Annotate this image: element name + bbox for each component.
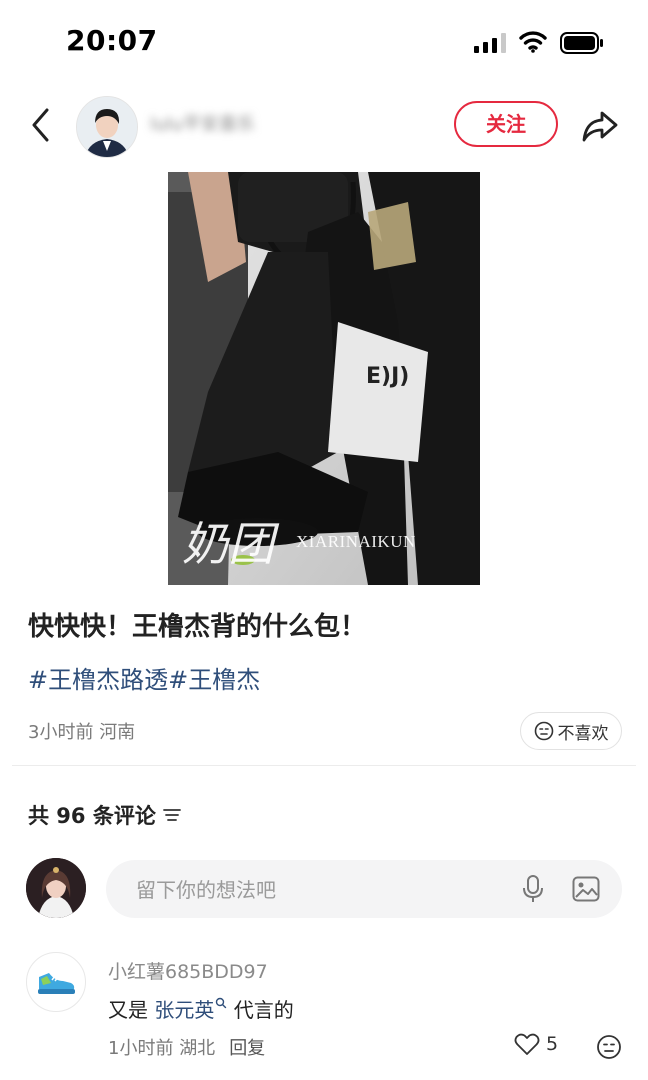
comment-meta: 1小时前 湖北 回复 xyxy=(108,1034,265,1060)
my-avatar-image xyxy=(26,858,86,918)
tag-link[interactable]: #王橹杰 xyxy=(168,666,260,694)
comment-input[interactable] xyxy=(134,860,498,920)
comment-text-prefix: 又是 xyxy=(108,998,155,1022)
battery-icon xyxy=(560,32,603,54)
divider xyxy=(12,765,636,766)
reply-button[interactable]: 回复 xyxy=(229,1038,265,1059)
like-button[interactable]: 5 xyxy=(514,1032,558,1056)
post-time: 3小时前 xyxy=(28,722,94,743)
post-image[interactable]: E)J) 奶团 XIARINAIKUN xyxy=(168,172,480,585)
status-time: 20:07 xyxy=(66,24,158,57)
watermark-text: XIARINAIKUN xyxy=(296,532,416,551)
wifi-icon xyxy=(519,31,547,53)
commenter-avatar[interactable] xyxy=(26,952,86,1012)
heart-icon xyxy=(514,1033,540,1055)
neutral-face-icon xyxy=(534,721,553,741)
post-meta: 3小时前 河南 xyxy=(28,718,135,744)
sneaker-icon xyxy=(38,973,75,994)
mention-link[interactable]: 张元英 xyxy=(154,998,227,1022)
sort-icon[interactable] xyxy=(162,807,182,823)
comment-time: 1小时前 xyxy=(108,1038,174,1059)
author-avatar-image xyxy=(77,97,137,157)
watermark-logo: 奶团 xyxy=(182,517,274,571)
post-tags: #王橹杰路透#王橹杰 xyxy=(28,660,260,695)
image-icon[interactable] xyxy=(572,876,600,902)
comment-text: 又是 张元英 代言的 xyxy=(108,994,294,1023)
commenter-name[interactable]: 小红薯685BDD97 xyxy=(108,957,268,984)
share-icon[interactable] xyxy=(580,106,620,146)
comment-count[interactable]: 共 96 条评论 xyxy=(28,800,182,830)
author-username[interactable]: lulu平安喜乐 xyxy=(150,112,300,138)
comment-input-box[interactable] xyxy=(106,860,622,920)
back-arrow-icon[interactable] xyxy=(28,106,54,144)
my-avatar[interactable] xyxy=(26,858,86,918)
tag-link[interactable]: #王橹杰路透 xyxy=(28,666,168,694)
mention-name: 张元英 xyxy=(154,998,215,1022)
follow-button[interactable]: 关注 xyxy=(454,101,558,147)
like-count: 5 xyxy=(546,1033,559,1055)
dislike-label: 不喜欢 xyxy=(557,723,609,744)
post-location: 河南 xyxy=(99,722,136,743)
microphone-icon[interactable] xyxy=(520,874,546,904)
dislike-button[interactable]: 不喜欢 xyxy=(520,712,622,750)
bag-print-text: E)J) xyxy=(366,364,410,389)
post-title: 快快快！王橹杰背的什么包！ xyxy=(28,612,367,642)
comment-count-label: 共 96 条评论 xyxy=(28,804,156,828)
comment-location: 湖北 xyxy=(179,1038,216,1059)
comment-text-suffix: 代言的 xyxy=(227,998,294,1022)
search-icon xyxy=(216,998,227,1009)
cellular-signal-icon xyxy=(474,33,506,53)
author-avatar[interactable] xyxy=(76,96,138,158)
comment-dislike-icon[interactable] xyxy=(596,1034,622,1060)
